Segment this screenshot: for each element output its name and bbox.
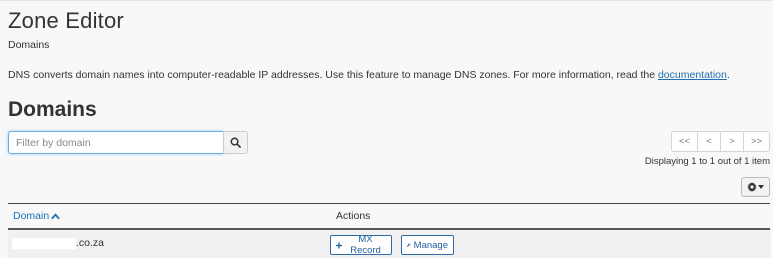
gear-icon (747, 182, 757, 192)
search-icon (230, 137, 241, 148)
domain-column-header[interactable]: Domain (13, 210, 60, 222)
first-page-button[interactable]: << (671, 131, 698, 152)
wrench-icon (407, 243, 411, 247)
table-settings-button[interactable] (741, 177, 770, 197)
page-title: Zone Editor (8, 8, 124, 33)
documentation-link[interactable]: documentation (658, 69, 727, 81)
manage-label: Manage (413, 239, 448, 251)
previous-page-button[interactable]: < (697, 131, 721, 152)
add-mx-record-button[interactable]: MX Record (330, 234, 392, 256)
zone-editor-page: Zone Editor Domains DNS converts domain … (0, 0, 773, 258)
domain-suffix: .co.za (76, 237, 105, 249)
domain-cell: .co.za (12, 237, 104, 249)
intro-suffix: . (726, 69, 730, 81)
last-page-button[interactable]: >> (743, 131, 770, 152)
plus-icon (336, 241, 343, 249)
intro-text: DNS converts domain names into computer-… (8, 69, 730, 81)
domains-section-title: Domains (8, 98, 97, 121)
manage-zone-button[interactable]: Manage (401, 235, 454, 255)
breadcrumb: Domains (8, 39, 50, 51)
domain-search-group (8, 131, 248, 154)
domain-column-label: Domain (13, 210, 50, 222)
actions-column-header: Actions (336, 210, 371, 222)
redacted-domain-name (12, 237, 76, 249)
mx-record-label: MX Record (350, 234, 381, 256)
next-page-button[interactable]: > (720, 131, 744, 152)
intro-description: DNS converts domain names into computer-… (8, 69, 656, 81)
pagination-info: Displaying 1 to 1 out of 1 item (644, 156, 770, 167)
caret-down-icon (758, 185, 764, 189)
domain-filter-input[interactable] (8, 131, 224, 154)
table-row: .co.za MX Record Manage (8, 231, 770, 258)
search-button[interactable] (223, 131, 248, 154)
pagination: << < > >> (671, 131, 770, 152)
domains-table-header: Domain Actions (8, 203, 770, 230)
sort-ascending-icon (51, 212, 60, 219)
